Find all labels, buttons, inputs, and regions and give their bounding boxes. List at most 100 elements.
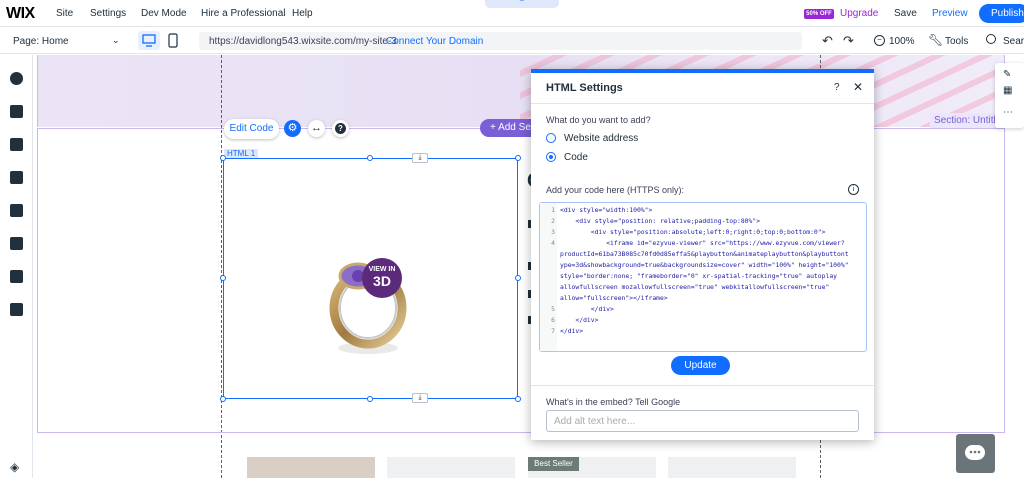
menu-site[interactable]: Site [56,8,73,19]
product-card[interactable] [668,457,796,478]
view-in-3d-badge[interactable]: VIEW IN 3D [362,258,402,298]
dialog-title: HTML Settings [546,82,623,94]
sale-badge: 50% OFF [804,9,834,19]
layout-icon[interactable]: ▦ [1003,85,1012,96]
cms-icon[interactable] [10,303,23,316]
menu-settings[interactable]: Settings [90,8,126,19]
info-icon[interactable]: i [848,184,859,195]
line-number: 3 [551,228,555,236]
connect-domain-link[interactable]: Connect Your Domain [386,36,483,47]
site-url: https://davidlong543.wixsite.com/my-site… [209,36,397,47]
desktop-view-button[interactable] [138,31,160,50]
menu-help[interactable]: Help [292,8,313,19]
resize-handle[interactable] [220,275,226,281]
undo-icon[interactable]: ↶ [822,33,833,49]
alt-text-input[interactable] [546,410,859,432]
resize-handle[interactable] [367,155,373,161]
redo-icon[interactable]: ↷ [843,33,854,49]
code-line: <div style="position:absolute;left:0;rig… [560,228,826,236]
element-tag: HTML 1 [224,149,259,158]
resize-handle[interactable] [515,155,521,161]
sections-icon[interactable] [10,105,23,118]
plus-icon: + [490,122,499,133]
save-button[interactable]: Save [894,8,917,19]
code-line: <div style="position: relative;padding-t… [560,217,761,225]
help-glyph: ? [335,123,346,134]
update-button[interactable]: Update [671,356,730,375]
divider [531,385,874,386]
code-line: allow="fullscreen"></iframe> [560,294,668,302]
search-button[interactable]: Searc [1003,36,1024,47]
chat-bubble-icon [965,445,985,460]
zoom-icon[interactable]: − [874,35,885,46]
close-icon[interactable]: ✕ [853,80,863,94]
upgrade-link[interactable]: Upgrade [840,8,878,19]
dialog-help-icon[interactable]: ? [834,82,840,93]
anchor-down-icon[interactable]: ⤓ [412,153,428,163]
media-icon[interactable] [10,270,23,283]
desktop-icon [142,34,156,47]
left-sidebar [0,55,33,478]
tools-button[interactable]: Tools [945,36,968,47]
menu-hire-professional[interactable]: Hire a Professional [201,8,285,19]
resize-handle[interactable] [367,396,373,402]
wix-logo[interactable]: WIX [6,5,35,23]
help-icon[interactable]: ? [332,120,349,137]
product-card[interactable] [387,457,515,478]
tools-icon[interactable]: 🔧︎ [928,33,943,47]
line-number: 6 [551,316,555,324]
divider [531,103,874,104]
resize-handle[interactable] [220,155,226,161]
resize-handle[interactable] [515,396,521,402]
code-line: </div> [560,316,599,324]
pages-icon[interactable] [10,138,23,151]
code-line: ype=3d&showbackground=true&backgroundsiz… [560,261,849,269]
line-number: 7 [551,327,555,335]
option-website-label[interactable]: Website address [564,133,638,144]
settings-gear-icon[interactable]: ⚙ [284,120,301,137]
line-number: 5 [551,305,555,313]
apps-icon[interactable] [10,204,23,217]
pen-icon[interactable]: ✎ [1003,69,1011,80]
product-card[interactable] [247,457,375,478]
page-selector[interactable]: Page: Home [13,36,69,47]
business-icon[interactable] [10,237,23,250]
code-line: </div> [560,305,614,313]
alt-text-label: What's in the embed? Tell Google [546,397,681,407]
add-elements-icon[interactable] [10,72,23,85]
more-icon[interactable]: ⋯ [1003,107,1013,118]
resize-handle[interactable] [515,275,521,281]
chevron-down-icon[interactable]: ⌄ [112,35,120,46]
chevron-up-icon: ⌃ [518,0,526,7]
menu-dev-mode[interactable]: Dev Mode [141,8,187,19]
preview-button[interactable]: Preview [932,8,968,19]
code-line: <div style="width:100%"> [560,206,653,214]
design-icon[interactable] [10,171,23,184]
edit-code-button[interactable]: Edit Code [224,119,279,139]
mobile-icon [168,33,178,48]
best-seller-ribbon: Best Seller [528,457,579,471]
mobile-view-button[interactable] [168,33,178,48]
anchor-down-icon[interactable]: ⤓ [412,393,428,403]
search-icon[interactable] [986,34,996,44]
code-label: Add your code here (HTTPS only): [546,185,685,195]
code-line: <iframe id="ezyvue-viewer" src="https://… [560,239,845,247]
zoom-level[interactable]: 100% [889,36,915,47]
resize-handle[interactable] [220,396,226,402]
code-line: productId=61ba73B085c70fd0d85effa5&playb… [560,250,849,258]
floating-mini-toolbar: ✎ ▦ ⋯ [995,63,1024,128]
add-type-label: What do you want to add? [546,115,651,125]
option-code-label[interactable]: Code [564,152,588,163]
publish-button[interactable]: Publish [979,4,1024,23]
collapse-topbar-tab[interactable]: ⌃ [485,0,559,8]
stretch-icon[interactable]: ↔ [308,120,325,137]
radio-website-address[interactable] [546,133,556,143]
code-line: style="border:none; "frameborder="0" xr-… [560,272,838,280]
code-line: allowfullscreen mozallowfullscreen="true… [560,283,830,291]
line-number: 2 [551,217,555,225]
line-number: 4 [551,239,555,247]
radio-code[interactable] [546,152,556,162]
code-line: </div> [560,327,584,335]
layers-icon[interactable]: ◈ [10,460,19,474]
line-number: 1 [551,206,555,214]
